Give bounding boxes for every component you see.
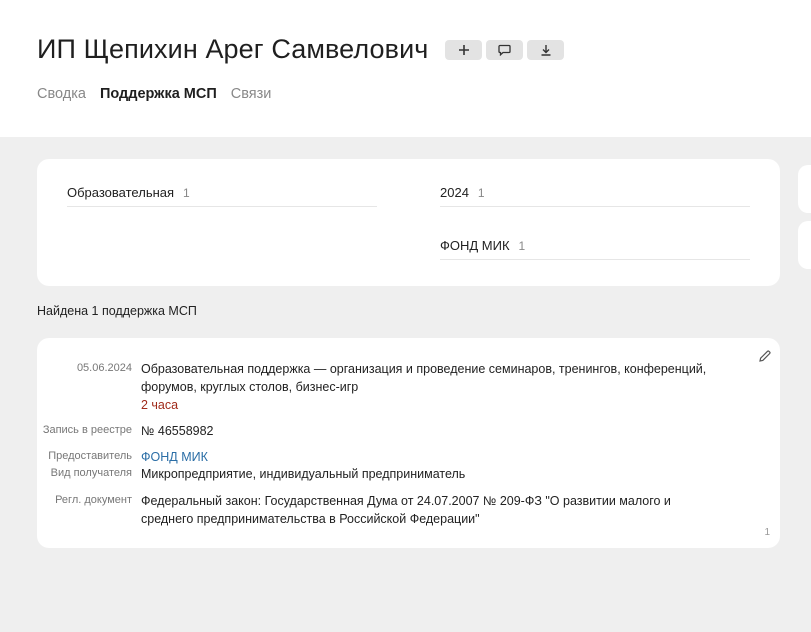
comment-icon — [498, 44, 512, 56]
side-panel-tab[interactable] — [798, 221, 811, 269]
title-row: ИП Щепихин Арег Самвелович — [37, 34, 568, 65]
header-actions — [445, 39, 568, 60]
record-date: 05.06.2024 — [76, 362, 132, 374]
tab-bar: Сводка Поддержка МСП Связи — [37, 86, 285, 102]
record-main-row: 05.06.2024 Образовательная поддержка — о… — [37, 360, 780, 414]
recipient-label: Вид получателя — [50, 467, 132, 479]
record-details: Образовательная поддержка — организация … — [141, 360, 721, 414]
filter-support-type[interactable]: Образовательная 1 — [67, 159, 377, 207]
download-button[interactable] — [527, 39, 565, 60]
registry-row: Запись в реестре № 46558982 — [37, 422, 780, 440]
side-panel-tab[interactable] — [798, 165, 811, 213]
tab-connections[interactable]: Связи — [231, 86, 272, 102]
document-row: Регл. документ Федеральный закон: Госуда… — [37, 492, 780, 528]
recipient-value: Микропредприятие, индивидуальный предпри… — [141, 467, 466, 481]
provider-link[interactable]: ФОНД МИК — [141, 450, 208, 464]
filter-count: 1 — [477, 186, 485, 200]
download-icon — [541, 44, 551, 56]
filter-label: 2024 — [440, 185, 469, 200]
tab-msp-support[interactable]: Поддержка МСП — [100, 86, 217, 102]
provider-row: Предоставитель ФОНД МИК — [37, 448, 780, 466]
page-title: ИП Щепихин Арег Самвелович — [37, 34, 429, 64]
page-header: ИП Щепихин Арег Самвелович Сводка Поддер… — [0, 0, 811, 137]
record-description: Образовательная поддержка — организация … — [141, 362, 707, 394]
filter-count: 1 — [518, 239, 526, 253]
comment-button[interactable] — [486, 39, 524, 60]
filter-year[interactable]: 2024 1 — [440, 159, 750, 207]
recipient-row: Вид получателя Микропредприятие, индивид… — [37, 465, 780, 483]
record-duration: 2 часа — [141, 398, 179, 412]
provider-label: Предоставитель — [48, 450, 132, 462]
support-record-card: 05.06.2024 Образовательная поддержка — о… — [37, 338, 780, 548]
results-count: Найдена 1 поддержка МСП — [37, 304, 197, 318]
tab-summary[interactable]: Сводка — [37, 86, 86, 102]
filter-card: Образовательная 1 2024 1 ФОНД МИК 1 — [37, 159, 780, 286]
filter-count: 1 — [183, 186, 190, 200]
filter-provider[interactable]: ФОНД МИК 1 — [440, 212, 750, 260]
add-button[interactable] — [445, 39, 483, 60]
registry-value: № 46558982 — [141, 424, 214, 438]
filter-label: Образовательная — [67, 185, 175, 200]
page-number: 1 — [764, 527, 770, 538]
registry-label: Запись в реестре — [42, 424, 132, 436]
plus-icon — [458, 44, 469, 55]
document-label: Регл. документ — [55, 494, 132, 506]
filter-label: ФОНД МИК — [440, 238, 510, 253]
document-value: Федеральный закон: Государственная Дума … — [141, 494, 671, 526]
